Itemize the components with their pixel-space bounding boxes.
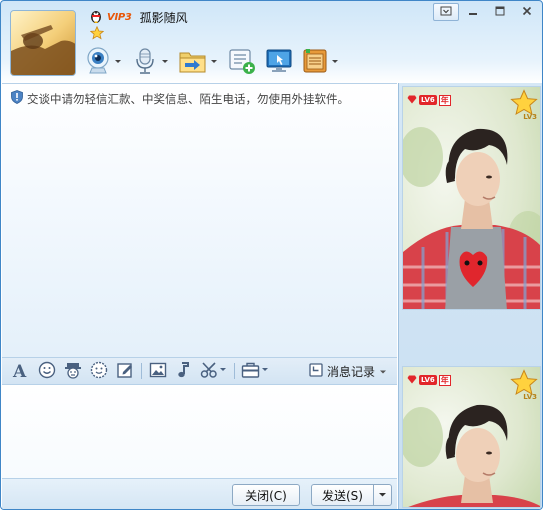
music-button[interactable] — [171, 359, 197, 383]
webcam-dropdown-icon[interactable] — [111, 56, 123, 66]
contact-show-photo-small[interactable]: LV6 年 LV3 — [402, 366, 541, 508]
message-add-icon — [228, 47, 256, 75]
contact-name[interactable]: 孤影随风 — [140, 9, 188, 26]
image-icon — [149, 361, 167, 382]
chat-column: 交谈中请勿轻信汇款、中奖信息、陌生电话，勿使用外挂软件。 A 消息记录 关闭(C… — [1, 83, 398, 509]
close-chat-button[interactable]: 关闭(C) — [232, 484, 300, 506]
security-notice: 交谈中请勿轻信汇款、中奖信息、陌生电话，勿使用外挂软件。 — [11, 90, 349, 107]
microphone-dropdown-icon[interactable] — [158, 56, 170, 66]
level-badges: LV6 年 — [407, 93, 451, 107]
magic-face-button[interactable] — [60, 359, 86, 383]
emoticon-button[interactable] — [34, 359, 60, 383]
diamond-icon — [407, 373, 417, 387]
profile-photo — [403, 87, 540, 309]
app-box-tool[interactable] — [302, 47, 340, 75]
send-options-button[interactable] — [373, 484, 392, 506]
close-button[interactable] — [514, 3, 540, 21]
smile-face-icon — [90, 361, 108, 382]
window-controls — [433, 3, 540, 21]
contact-profile-panel: LV6 年 LV3 LV6 年 LV3 — [398, 83, 542, 509]
level-badges: LV6 年 — [407, 373, 451, 387]
contact-show-photo[interactable]: LV6 年 LV3 — [402, 86, 541, 310]
magic-face-icon — [64, 361, 82, 382]
message-record-button[interactable]: 消息记录 — [309, 363, 387, 380]
close-icon — [522, 5, 532, 19]
level-badge: LV6 — [419, 95, 437, 105]
remote-desktop-tool[interactable] — [265, 47, 293, 75]
menu-button[interactable] — [433, 3, 459, 21]
edit-button[interactable] — [112, 359, 138, 383]
chat-window: VIP3 孤影随风 交谈中请勿轻信汇款、中奖信息、陌生电话，勿使用外挂软件。 A… — [0, 0, 543, 510]
toolbar-separator — [141, 363, 142, 379]
microphone-icon — [132, 47, 158, 75]
toolbox-button[interactable] — [238, 359, 272, 383]
year-badge: 年 — [438, 374, 451, 386]
format-toolbar: A 消息记录 — [2, 357, 397, 385]
edit-icon — [116, 361, 134, 382]
app-box-icon — [302, 47, 328, 75]
contact-avatar[interactable] — [10, 10, 76, 76]
send-button[interactable]: 发送(S) — [311, 484, 374, 506]
toolbox-icon — [241, 361, 269, 382]
message-add-tool[interactable] — [228, 47, 256, 75]
chevron-down-icon — [378, 488, 387, 502]
minimize-button[interactable] — [460, 3, 486, 21]
file-transfer-icon — [179, 48, 207, 74]
font-button[interactable]: A — [8, 359, 34, 383]
image-button[interactable] — [145, 359, 171, 383]
smile-face-button[interactable] — [86, 359, 112, 383]
clock-icon — [309, 363, 323, 380]
maximize-icon — [495, 5, 505, 19]
main-toolbar — [85, 45, 349, 77]
shield-info-icon — [11, 90, 23, 107]
diamond-icon — [407, 93, 417, 107]
vip-badge: VIP3 — [107, 11, 132, 23]
music-icon — [175, 361, 193, 382]
microphone-tool[interactable] — [132, 47, 170, 75]
message-record-label: 消息记录 — [326, 365, 375, 379]
remote-desktop-icon — [265, 47, 293, 75]
maximize-button[interactable] — [487, 3, 513, 21]
chevron-down-icon — [379, 365, 387, 379]
message-history[interactable]: 交谈中请勿轻信汇款、中奖信息、陌生电话，勿使用外挂软件。 — [2, 83, 397, 357]
webcam-icon — [85, 47, 111, 75]
title-row: VIP3 孤影随风 — [89, 8, 188, 26]
emoticon-icon — [38, 361, 56, 382]
star-level-label: LV3 — [523, 113, 537, 121]
app-box-dropdown-icon[interactable] — [328, 56, 340, 66]
file-transfer-tool[interactable] — [179, 48, 219, 74]
menu-icon — [440, 5, 452, 19]
scissors-icon — [200, 361, 228, 382]
action-bar: 关闭(C) 发送(S) — [2, 478, 397, 509]
minimize-icon — [468, 5, 478, 19]
svg-text:A: A — [12, 362, 27, 379]
level-badge: LV6 — [419, 375, 437, 385]
qq-penguin-icon — [89, 8, 103, 27]
font-icon: A — [12, 361, 30, 382]
message-input[interactable] — [2, 385, 397, 478]
security-notice-text: 交谈中请勿轻信汇款、中奖信息、陌生电话，勿使用外挂软件。 — [27, 91, 349, 106]
scissors-button[interactable] — [197, 359, 231, 383]
file-transfer-dropdown-icon[interactable] — [207, 56, 219, 66]
star-level-label: LV3 — [523, 393, 537, 401]
year-badge: 年 — [438, 94, 451, 106]
toolbar-separator — [234, 363, 235, 379]
webcam-tool[interactable] — [85, 47, 123, 75]
